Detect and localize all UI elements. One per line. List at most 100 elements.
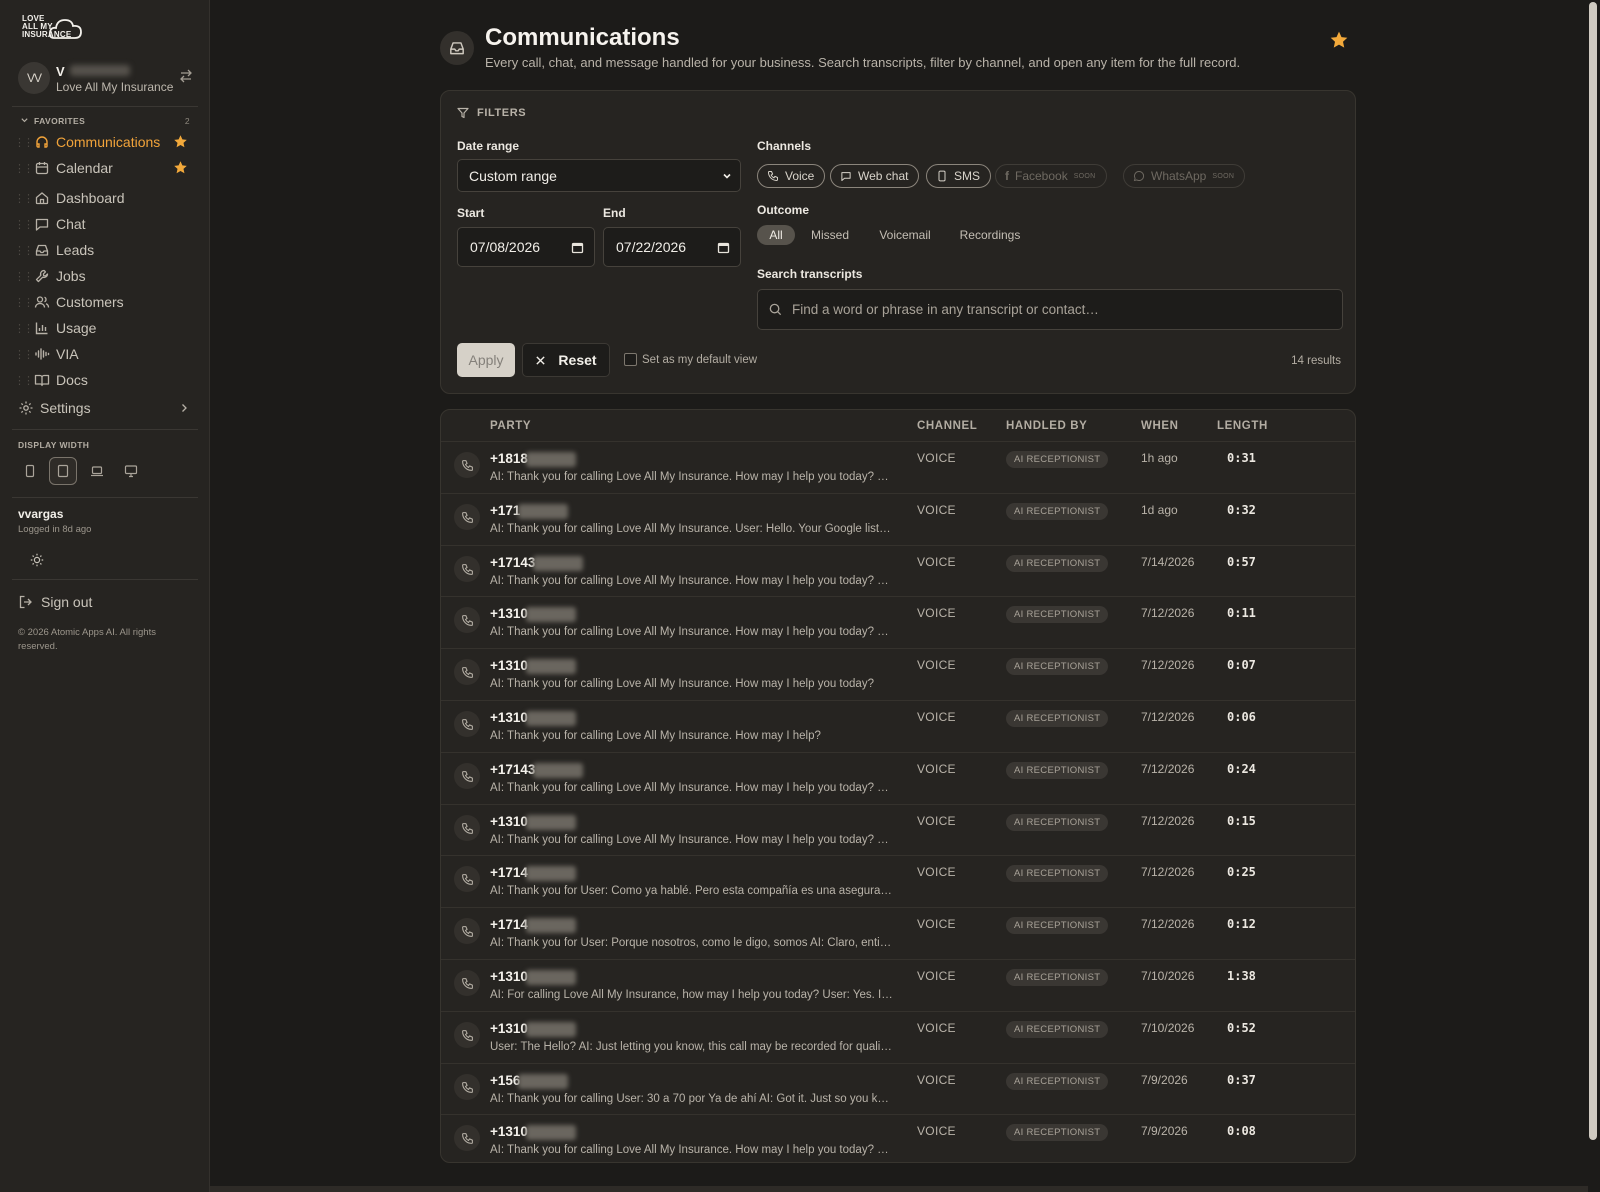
- table-row[interactable]: +171 AI: Thank you for calling Love All M…: [441, 493, 1355, 545]
- sun-icon[interactable]: [30, 553, 44, 567]
- date-range-value: Custom range: [469, 167, 557, 184]
- display-width-phone-button[interactable]: [16, 457, 44, 485]
- sidebar-item-dashboard[interactable]: ⋮⋮ Dashboard: [14, 186, 196, 210]
- search-input[interactable]: Find a word or phrase in any transcript …: [757, 289, 1343, 330]
- party-number[interactable]: +1310: [490, 969, 528, 984]
- display-width-desktop-button[interactable]: [117, 457, 145, 485]
- brand-logo[interactable]: LOVE ALL MY INSURANCE: [20, 12, 84, 44]
- table-row[interactable]: +1310 User: The Hello? AI: Just letting y…: [441, 1011, 1355, 1063]
- drag-handle-icon[interactable]: ⋮⋮: [14, 348, 34, 361]
- party-number[interactable]: +1714: [490, 917, 528, 932]
- sidebar-item-leads[interactable]: ⋮⋮ Leads: [14, 238, 196, 262]
- table-row[interactable]: +1818 AI: Thank you for calling Love All …: [441, 441, 1355, 493]
- cloud-icon: [48, 19, 82, 39]
- party-number[interactable]: +1310: [490, 710, 528, 725]
- display-width-laptop-button[interactable]: [83, 457, 111, 485]
- favorites-header[interactable]: FAVORITES 2: [20, 115, 190, 127]
- drag-handle-icon[interactable]: ⋮⋮: [14, 136, 34, 149]
- party-number[interactable]: +1818: [490, 451, 528, 466]
- date-range-select[interactable]: Custom range: [457, 159, 741, 192]
- end-date-input[interactable]: 07/22/2026: [603, 227, 741, 267]
- calendar-icon[interactable]: [571, 241, 584, 254]
- switch-icon[interactable]: [178, 68, 194, 84]
- account-switcher[interactable]: VV V Love All My Insurance: [18, 60, 194, 96]
- drag-handle-icon[interactable]: ⋮⋮: [14, 192, 34, 205]
- sidebar-item-via[interactable]: ⋮⋮ VIA: [14, 342, 196, 366]
- table-row[interactable]: +1310 AI: Thank you for calling Love All …: [441, 1114, 1355, 1162]
- sidebar-item-settings[interactable]: Settings: [18, 398, 190, 418]
- outcome-tab-missed[interactable]: Missed: [805, 225, 855, 245]
- phone-icon: [454, 970, 480, 996]
- sidebar-item-docs[interactable]: ⋮⋮ Docs: [14, 368, 196, 392]
- channel-chip-facebook: f Facebook SOON: [995, 164, 1107, 188]
- outcome-tab-recordings[interactable]: Recordings: [955, 225, 1025, 245]
- vertical-scrollbar[interactable]: [1589, 2, 1597, 1140]
- table-row[interactable]: +17143 AI: Thank you for calling Love All…: [441, 545, 1355, 597]
- start-date-input[interactable]: 07/08/2026: [457, 227, 595, 267]
- sidebar-item-label: Calendar: [56, 160, 113, 176]
- table-row[interactable]: +1310 AI: Thank you for calling Love All …: [441, 596, 1355, 648]
- drag-handle-icon[interactable]: ⋮⋮: [14, 244, 34, 257]
- favorite-star-icon[interactable]: [1329, 30, 1349, 50]
- channel-chip-voice[interactable]: Voice: [757, 164, 826, 188]
- table-row[interactable]: +17143 AI: Thank you for calling Love All…: [441, 752, 1355, 804]
- reset-button[interactable]: Reset: [522, 343, 610, 377]
- default-view-checkbox[interactable]: Set as my default view: [624, 353, 757, 366]
- party-number[interactable]: +171: [490, 503, 520, 518]
- table-row[interactable]: +1714 AI: Thank you for User: Porque noso…: [441, 907, 1355, 959]
- sidebar-item-communications[interactable]: ⋮⋮ Communications: [14, 130, 196, 154]
- checkbox-box[interactable]: [624, 353, 637, 366]
- avatar: VV: [18, 62, 50, 94]
- channel-cell: VOICE: [917, 917, 956, 931]
- laptop-icon: [91, 466, 103, 477]
- party-number[interactable]: +17143: [490, 762, 535, 777]
- display-width-tablet-button[interactable]: [49, 457, 77, 485]
- party-number[interactable]: +1310: [490, 606, 528, 621]
- drag-handle-icon[interactable]: ⋮⋮: [14, 218, 34, 231]
- drag-handle-icon[interactable]: ⋮⋮: [14, 322, 34, 335]
- calendar-icon[interactable]: [717, 241, 730, 254]
- horizontal-scrollbar[interactable]: [210, 1186, 1588, 1192]
- when-cell: 7/12/2026: [1141, 606, 1195, 620]
- table-row[interactable]: +1310 AI: Thank you for calling Love All …: [441, 648, 1355, 700]
- star-icon[interactable]: [173, 134, 188, 149]
- whatsapp-icon: [1133, 171, 1145, 182]
- apply-button[interactable]: Apply: [457, 343, 515, 377]
- outcome-tab-voicemail[interactable]: Voicemail: [873, 225, 937, 245]
- party-number[interactable]: +1310: [490, 1124, 528, 1139]
- drag-handle-icon[interactable]: ⋮⋮: [14, 270, 34, 283]
- phone-icon: [454, 815, 480, 841]
- column-header-party: PARTY: [490, 420, 532, 432]
- sidebar-item-calendar[interactable]: ⋮⋮ Calendar: [14, 156, 196, 180]
- length-cell: 0:57: [1227, 555, 1256, 569]
- last-login: Logged in 8d ago: [18, 524, 92, 535]
- drag-handle-icon[interactable]: ⋮⋮: [14, 374, 34, 387]
- facebook-icon: f: [1005, 169, 1009, 183]
- table-row[interactable]: +1310 AI: Thank you for calling Love All …: [441, 804, 1355, 856]
- party-number[interactable]: +156: [490, 1073, 520, 1088]
- sidebar-item-label: Communications: [56, 134, 161, 150]
- drag-handle-icon[interactable]: ⋮⋮: [14, 296, 34, 309]
- channel-chip-sms[interactable]: SMS: [926, 164, 992, 188]
- party-number[interactable]: +1310: [490, 814, 528, 829]
- outcome-tab-all[interactable]: All: [757, 225, 795, 245]
- sidebar-item-customers[interactable]: ⋮⋮ Customers: [14, 290, 196, 314]
- party-number[interactable]: +1714: [490, 865, 528, 880]
- party-number[interactable]: +1310: [490, 1021, 528, 1036]
- party-number[interactable]: +1310: [490, 658, 528, 673]
- length-cell: 0:32: [1227, 503, 1256, 517]
- sign-out-button[interactable]: Sign out: [18, 594, 92, 610]
- table-row[interactable]: +1310 AI: Thank you for calling Love All …: [441, 700, 1355, 752]
- channel-chip-web-chat[interactable]: Web chat: [830, 164, 920, 188]
- drag-handle-icon[interactable]: ⋮⋮: [14, 162, 34, 175]
- sidebar-item-chat[interactable]: ⋮⋮ Chat: [14, 212, 196, 236]
- table-row[interactable]: +156 AI: Thank you for calling User: 30 a…: [441, 1063, 1355, 1115]
- sidebar-item-usage[interactable]: ⋮⋮ Usage: [14, 316, 196, 340]
- party-number[interactable]: +17143: [490, 555, 535, 570]
- account-name: V: [56, 64, 65, 79]
- length-cell: 0:06: [1227, 710, 1256, 724]
- sidebar-item-jobs[interactable]: ⋮⋮ Jobs: [14, 264, 196, 288]
- table-row[interactable]: +1310 AI: For calling Love All My Insuran…: [441, 959, 1355, 1011]
- star-icon[interactable]: [173, 160, 188, 175]
- table-row[interactable]: +1714 AI: Thank you for User: Como ya hab…: [441, 855, 1355, 907]
